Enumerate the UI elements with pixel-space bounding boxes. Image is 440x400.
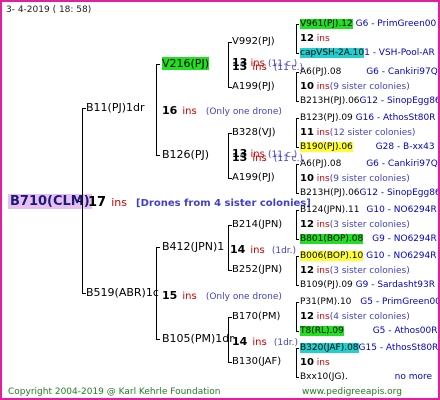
pedigree-frame: { "header": "3- 4-2019 ( 18: 58)", "root… [0, 0, 440, 400]
gen3-queen-8[interactable]: B130(JAF) [232, 355, 281, 369]
site-link[interactable]: www.pedigreeapis.org [302, 385, 402, 398]
gen4-row-8: 11 ins(12 sister colonies) [300, 127, 416, 138]
connector [296, 348, 299, 349]
gen4-row-19[interactable]: P31(PM).10 G5 - PrimGreen00 [300, 295, 438, 309]
gen4-row-24[interactable]: Bxx10(JG). no more [300, 370, 432, 384]
connector [156, 155, 160, 156]
connector [296, 302, 299, 303]
connector [82, 108, 83, 293]
gen2-queen-1[interactable]: V216(PJ) [162, 57, 209, 71]
root-ins: ins [111, 196, 127, 209]
connector [296, 348, 297, 377]
gen2-queen-2[interactable]: B126(PJ) [162, 148, 209, 162]
gen4-row-9[interactable]: B190(PJ).06 G28 - B-xx43 [300, 140, 435, 154]
gen3-queen-1[interactable]: V992(PJ) [232, 35, 275, 49]
gen4-row-6[interactable]: B213H(PJ).06G12 - SinopEgg86R [300, 94, 438, 108]
gen4-row-17: 12 ins(3 sister colonies) [300, 265, 410, 276]
gen4-row-3[interactable]: capVSH-2A.101 - VSH-Pool-AR [300, 46, 435, 60]
connector [296, 239, 299, 240]
connector [296, 72, 299, 73]
date-header: 3- 4-2019 ( 18: 58) [6, 5, 92, 15]
connector [156, 247, 160, 248]
gen2-stats-3: 14 ins (1dr.) [230, 243, 297, 256]
gen3-stats-3: 13 ins (11 c.) [232, 147, 298, 160]
gen1-stats-1: 16 ins (Only one drone) [162, 104, 282, 117]
gen4-row-4[interactable]: A6(PJ).08 G6 - Cankiri97Q [300, 65, 438, 79]
gen4-row-14: 12 ins(3 sister colonies) [300, 219, 410, 230]
root-note: [Drones from 4 sister colonies] [136, 198, 311, 209]
gen3-queen-5[interactable]: B214(JPN) [232, 218, 282, 232]
copyright-text: Copyright 2004-2019 @ Karl Kehrle Founda… [8, 387, 221, 397]
gen4-row-21[interactable]: T8(RL).09 G5 - Athos00R [300, 324, 438, 338]
connector [228, 42, 229, 88]
connector [228, 225, 229, 271]
connector [296, 101, 299, 102]
gen4-row-5: 10 ins(9 sister colonies) [300, 81, 410, 92]
connector [296, 256, 297, 285]
connector [296, 164, 299, 165]
connector [296, 377, 299, 378]
connector [296, 193, 299, 194]
connector [156, 64, 157, 156]
connector [296, 210, 299, 211]
gen4-row-13[interactable]: B124(JPN).11 G10 - NO6294R [300, 203, 437, 217]
connector [296, 118, 299, 119]
connector [296, 210, 297, 239]
gen3-queen-4[interactable]: A199(PJ) [232, 171, 275, 185]
connector [296, 256, 299, 257]
gen2-stats-4: 14 ins (1dr.) [232, 335, 299, 348]
connector [296, 302, 297, 331]
connector [156, 64, 160, 65]
connector [296, 331, 299, 332]
gen2-queen-4[interactable]: B105(PM)1dr [162, 332, 234, 346]
gen4-row-7[interactable]: B123(PJ).09 G16 - AthosSt80R [300, 111, 435, 125]
gen4-row-20: 12 ins(4 sister colonies) [300, 311, 410, 322]
gen4-row-1[interactable]: V961(PJ).12 G6 - PrimGreen00 [300, 17, 436, 31]
connector [296, 72, 297, 101]
gen4-row-15[interactable]: B801(BOP).08 G9 - NO6294R [300, 232, 437, 246]
gen1-queen-2[interactable]: B519(ABR)1c [86, 286, 159, 300]
gen3-stats-1: 13 ins (11 c.) [232, 56, 298, 69]
gen4-row-11: 10 ins(9 sister colonies) [300, 173, 410, 184]
connector [228, 317, 229, 363]
connector [296, 285, 299, 286]
connector [296, 147, 299, 148]
connector [156, 247, 157, 339]
gen2-queen-3[interactable]: B412(JPN)1 [162, 240, 224, 254]
gen4-row-12[interactable]: B213H(PJ).06G12 - SinopEgg86R [300, 186, 438, 200]
root-count: 17 [88, 195, 107, 210]
gen4-row-18[interactable]: B109(PJ).09 G9 - Sardasht93R [300, 278, 435, 292]
gen3-queen-6[interactable]: B252(JPN) [232, 263, 282, 277]
connector [296, 24, 297, 53]
gen4-row-22[interactable]: B320(JAF).08G15 - AthosSt80R [300, 341, 438, 355]
gen1-stats-2: 15 ins (Only one drone) [162, 289, 282, 302]
root-stats: 17 ins [Drones from 4 sister colonies] [88, 194, 311, 211]
gen4-row-23: 10 ins [300, 357, 330, 368]
gen4-row-2: 12 ins [300, 33, 330, 44]
connector [296, 118, 297, 147]
gen4-row-10[interactable]: A6(PJ).08 G6 - Cankiri97Q [300, 157, 438, 171]
gen3-queen-2[interactable]: A199(PJ) [232, 80, 275, 94]
connector [296, 53, 299, 54]
gen3-queen-3[interactable]: B328(VJ) [232, 126, 276, 140]
gen3-queen-7[interactable]: B170(PM) [232, 310, 280, 324]
connector [156, 339, 160, 340]
gen1-queen-1[interactable]: B11(PJ)1dr [86, 101, 145, 115]
connector [296, 164, 297, 193]
gen4-row-16[interactable]: B006(BOP).10 G10 - NO6294R [300, 249, 436, 263]
connector [228, 133, 229, 179]
connector [296, 24, 299, 25]
